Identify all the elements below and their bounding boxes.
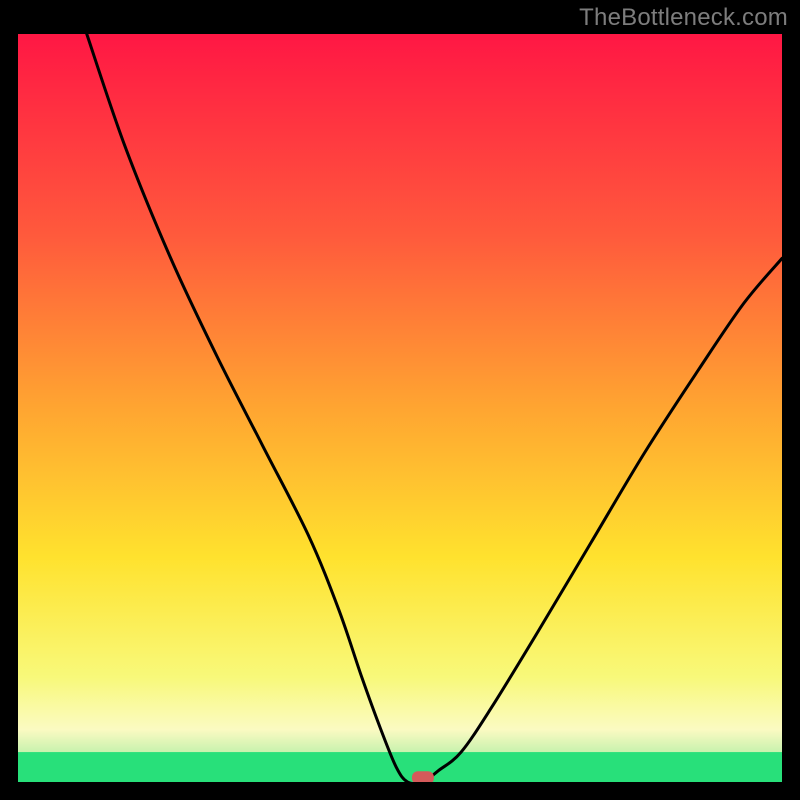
optimal-marker [412, 771, 434, 782]
chart-frame: TheBottleneck.com [0, 0, 800, 800]
plot-area [18, 34, 782, 782]
green-band [18, 752, 782, 782]
gradient-background [18, 34, 782, 782]
bottleneck-chart [18, 34, 782, 782]
watermark-text: TheBottleneck.com [579, 4, 788, 32]
